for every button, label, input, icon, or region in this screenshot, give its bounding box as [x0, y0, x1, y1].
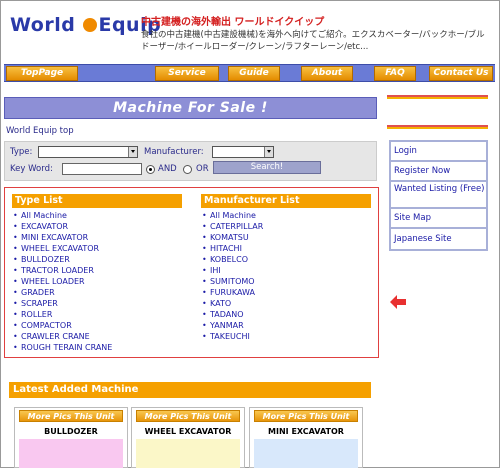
category-lists-panel: Type List All MachineEXCAVATORMINI EXCAV… [4, 187, 379, 358]
sidebar-menu: Login Register Now Wanted Listing (Free)… [389, 140, 488, 251]
list-item[interactable]: ROUGH TERAIN CRANE [13, 342, 112, 353]
list-item[interactable]: WHEEL EXCAVATOR [13, 243, 112, 254]
list-item[interactable]: GRADER [13, 287, 112, 298]
manufacturer-label: Manufacturer: [144, 147, 204, 157]
list-item[interactable]: TADANO [202, 309, 263, 320]
or-radio[interactable] [183, 165, 192, 174]
sidebar-divider [387, 125, 488, 129]
nav-guide[interactable]: Guide [228, 66, 280, 81]
type-list-heading: Type List [12, 194, 182, 208]
type-label: Type: [10, 147, 33, 157]
chevron-down-icon [264, 147, 273, 157]
more-pics-button[interactable]: More Pics This Unit [19, 410, 123, 422]
logo-letter: E [98, 14, 112, 36]
list-item[interactable]: All Machine [13, 210, 112, 221]
site-logo[interactable]: World Equip [10, 14, 161, 36]
list-item[interactable]: HITACHI [202, 243, 263, 254]
and-radio[interactable] [146, 165, 155, 174]
sidebar-item-login[interactable]: Login [391, 142, 486, 160]
list-item[interactable]: SCRAPER [13, 298, 112, 309]
list-item[interactable]: KATO [202, 298, 263, 309]
nav-about[interactable]: About [301, 66, 353, 81]
site-tagline: 中古建機の海外輸出 ワールドイクイップ [141, 17, 325, 28]
keyword-input[interactable] [62, 163, 142, 175]
main-nav: TopPage Service Guide About FAQ Contact … [4, 64, 495, 82]
nav-toppage[interactable]: TopPage [6, 66, 78, 81]
list-item[interactable]: COMPACTOR [13, 320, 112, 331]
latest-card[interactable]: More Pics This Unit BULLDOZER [14, 407, 128, 468]
more-pics-button[interactable]: More Pics This Unit [254, 410, 358, 422]
list-item[interactable]: WHEEL LOADER [13, 276, 112, 287]
logo-word-world: World [10, 14, 76, 36]
search-panel: Type: Manufacturer: Key Word: AND OR Sea… [4, 141, 377, 181]
sidebar-item-site-map[interactable]: Site Map [391, 209, 486, 227]
breadcrumb[interactable]: World Equip top [6, 126, 74, 136]
site-header: World Equip 中古建機の海外輸出 ワールドイクイップ 食社の中古建機(… [4, 4, 495, 64]
list-item[interactable]: ROLLER [13, 309, 112, 320]
type-list: All MachineEXCAVATORMINI EXCAVATORWHEEL … [13, 210, 112, 353]
sidebar-item-japanese-site[interactable]: Japanese Site [391, 229, 486, 249]
card-thumbnail[interactable] [136, 439, 240, 468]
and-label: AND [158, 164, 177, 174]
nav-faq[interactable]: FAQ [374, 66, 416, 81]
card-machine-name: WHEEL EXCAVATOR [144, 427, 232, 436]
more-pics-button[interactable]: More Pics This Unit [136, 410, 240, 422]
sidebar-item-wanted-listing[interactable]: Wanted Listing (Free) [391, 182, 486, 207]
site-description: 食社の中古建機(中古建設機械)を海外へ向けてご紹介。エクスカベーター/バックホー… [141, 30, 485, 52]
list-item[interactable]: CRAWLER CRANE [13, 331, 112, 342]
card-thumbnail[interactable] [254, 439, 358, 468]
list-item[interactable]: BULLDOZER [13, 254, 112, 265]
list-item[interactable]: TRACTOR LOADER [13, 265, 112, 276]
keyword-label: Key Word: [10, 164, 53, 174]
card-machine-name: BULLDOZER [44, 427, 98, 436]
nav-service[interactable]: Service [155, 66, 219, 81]
list-item[interactable]: KOBELCO [202, 254, 263, 265]
card-machine-name: MINI EXCAVATOR [268, 427, 344, 436]
manufacturer-list-heading: Manufacturer List [201, 194, 371, 208]
or-label: OR [196, 164, 209, 174]
page-title-banner: Machine For Sale ! [4, 97, 377, 119]
list-item[interactable]: SUMITOMO [202, 276, 263, 287]
latest-card[interactable]: More Pics This Unit WHEEL EXCAVATOR [131, 407, 245, 468]
list-item[interactable]: TAKEUCHI [202, 331, 263, 342]
page-title: Machine For Sale ! [113, 100, 268, 116]
type-select[interactable] [38, 146, 138, 158]
list-item[interactable]: YANMAR [202, 320, 263, 331]
latest-card[interactable]: More Pics This Unit MINI EXCAVATOR [249, 407, 363, 468]
logo-globe-icon [83, 18, 98, 32]
list-item[interactable]: All Machine [202, 210, 263, 221]
card-thumbnail[interactable] [19, 439, 123, 468]
search-button[interactable]: Search! [213, 161, 321, 174]
manufacturer-select[interactable] [212, 146, 274, 158]
latest-added-heading: Latest Added Machine [9, 382, 371, 398]
list-item[interactable]: CATERPILLAR [202, 221, 263, 232]
list-item[interactable]: KOMATSU [202, 232, 263, 243]
manufacturer-list: All MachineCATERPILLARKOMATSUHITACHIKOBE… [202, 210, 263, 342]
nav-contact-us[interactable]: Contact Us [429, 66, 493, 81]
sidebar-divider [387, 95, 488, 99]
list-item[interactable]: EXCAVATOR [13, 221, 112, 232]
list-item[interactable]: MINI EXCAVATOR [13, 232, 112, 243]
list-item[interactable]: IHI [202, 265, 263, 276]
chevron-down-icon [128, 147, 137, 157]
list-item[interactable]: FURUKAWA [202, 287, 263, 298]
sidebar-item-register[interactable]: Register Now [391, 162, 486, 180]
left-arrow-icon [390, 295, 406, 309]
